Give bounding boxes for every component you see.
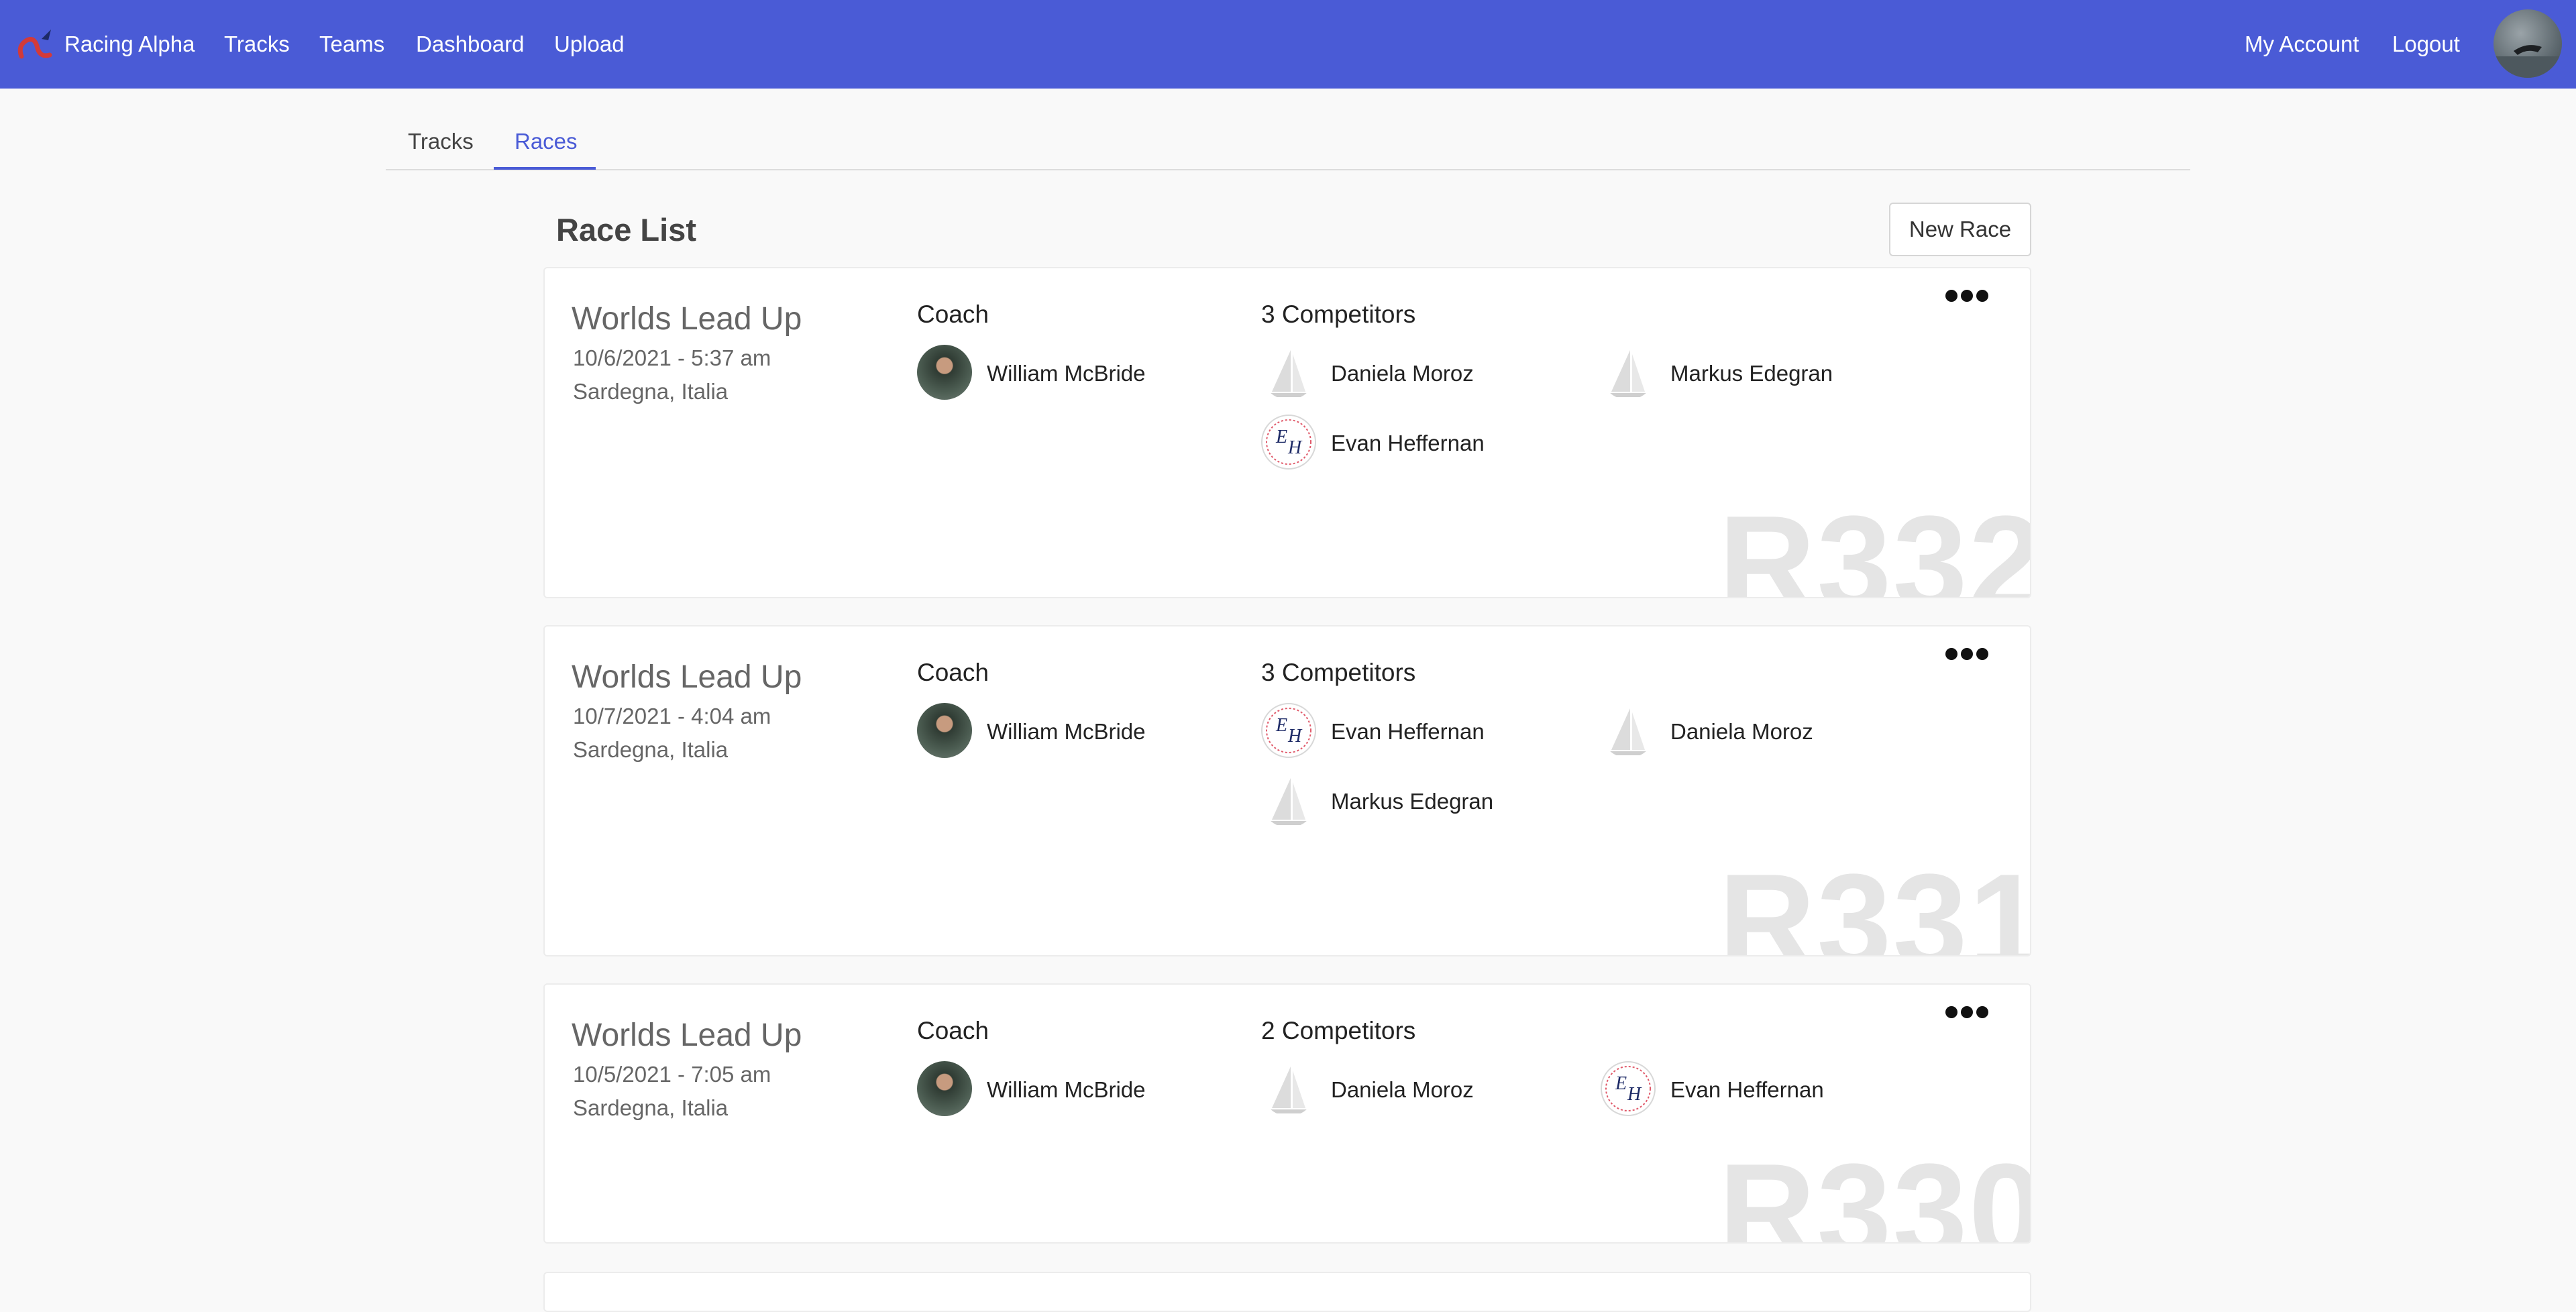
competitor-name: Evan Heffernan xyxy=(1670,1077,1824,1102)
sailboat-icon xyxy=(1601,345,1656,400)
svg-text:H: H xyxy=(1287,437,1303,458)
race-location: Sardegna, Italia xyxy=(573,1095,729,1120)
nav-upload[interactable]: Upload xyxy=(554,32,625,57)
racing-alpha-logo-icon[interactable] xyxy=(15,25,55,66)
more-options-button[interactable] xyxy=(1945,288,1988,303)
nav-teams[interactable]: Teams xyxy=(319,32,384,57)
new-race-button[interactable]: New Race xyxy=(1889,203,2031,256)
competitor-name: Daniela Moroz xyxy=(1670,719,1813,744)
user-avatar[interactable] xyxy=(2493,9,2562,78)
coach-avatar xyxy=(917,1061,972,1116)
sailboat-icon xyxy=(1261,773,1316,828)
coach-label: Coach xyxy=(917,300,989,328)
race-date: 10/6/2021 - 5:37 am xyxy=(573,345,771,370)
competitor-name: Evan Heffernan xyxy=(1331,719,1485,744)
coach-name: William McBride xyxy=(987,361,1146,386)
eh-logo-icon: EH xyxy=(1261,703,1316,758)
competitor-name: Daniela Moroz xyxy=(1331,361,1474,386)
svg-text:E: E xyxy=(1275,427,1287,447)
coach-avatar xyxy=(917,703,972,758)
competitors-label: 2 Competitors xyxy=(1261,1017,1416,1044)
sailboat-icon xyxy=(1261,345,1316,400)
race-card[interactable] xyxy=(543,1272,2031,1312)
coach-avatar xyxy=(917,345,972,400)
nav-my-account[interactable]: My Account xyxy=(2245,32,2359,57)
race-card[interactable]: R332 Worlds Lead Up 10/6/2021 - 5:37 am Sar… xyxy=(543,267,2031,598)
competitor-name: Daniela Moroz xyxy=(1331,1077,1474,1102)
nav-tracks[interactable]: Tracks xyxy=(224,32,290,57)
page-title: Race List xyxy=(556,212,696,248)
competitor-name: Markus Edegran xyxy=(1670,361,1833,386)
top-navbar: Racing Alpha Tracks Teams Dashboard Uplo… xyxy=(0,0,2576,89)
race-location: Sardegna, Italia xyxy=(573,379,729,404)
svg-text:E: E xyxy=(1275,715,1287,736)
race-title[interactable]: Worlds Lead Up xyxy=(572,659,802,696)
race-id-watermark: R331 xyxy=(1718,846,2031,956)
tab-races[interactable]: Races xyxy=(515,129,578,154)
more-options-button[interactable] xyxy=(1945,647,1988,661)
svg-text:H: H xyxy=(1627,1084,1642,1105)
user-photo-icon xyxy=(2493,45,2562,78)
eh-logo-icon: EH xyxy=(1601,1061,1656,1116)
coach-name: William McBride xyxy=(987,1077,1146,1102)
competitors-label: 3 Competitors xyxy=(1261,659,1416,686)
tabs-divider xyxy=(386,169,2190,170)
eh-logo-icon: EH xyxy=(1261,415,1316,470)
svg-text:H: H xyxy=(1287,726,1303,747)
svg-text:E: E xyxy=(1615,1073,1627,1094)
more-options-button[interactable] xyxy=(1945,1005,1988,1020)
race-date: 10/7/2021 - 4:04 am xyxy=(573,704,771,728)
race-date: 10/5/2021 - 7:05 am xyxy=(573,1062,771,1087)
race-card[interactable]: R331 Worlds Lead Up 10/7/2021 - 4:04 am Sar… xyxy=(543,625,2031,956)
race-card[interactable]: R330 Worlds Lead Up 10/5/2021 - 7:05 am Sar… xyxy=(543,983,2031,1244)
competitor-name: Evan Heffernan xyxy=(1331,431,1485,455)
active-tab-indicator xyxy=(494,167,596,170)
coach-name: William McBride xyxy=(987,719,1146,744)
nav-dashboard[interactable]: Dashboard xyxy=(416,32,524,57)
competitor-name: Markus Edegran xyxy=(1331,789,1494,814)
race-title[interactable]: Worlds Lead Up xyxy=(572,1017,802,1054)
race-id-watermark: R330 xyxy=(1718,1136,2031,1244)
sailboat-icon xyxy=(1601,703,1656,758)
brand-name[interactable]: Racing Alpha xyxy=(64,32,195,57)
sailboat-icon xyxy=(1261,1061,1316,1116)
coach-label: Coach xyxy=(917,659,989,686)
coach-label: Coach xyxy=(917,1017,989,1044)
race-location: Sardegna, Italia xyxy=(573,737,729,762)
race-id-watermark: R332 xyxy=(1718,488,2031,598)
tab-tracks[interactable]: Tracks xyxy=(408,129,474,154)
competitors-label: 3 Competitors xyxy=(1261,300,1416,328)
nav-logout[interactable]: Logout xyxy=(2392,32,2460,57)
race-title[interactable]: Worlds Lead Up xyxy=(572,300,802,337)
